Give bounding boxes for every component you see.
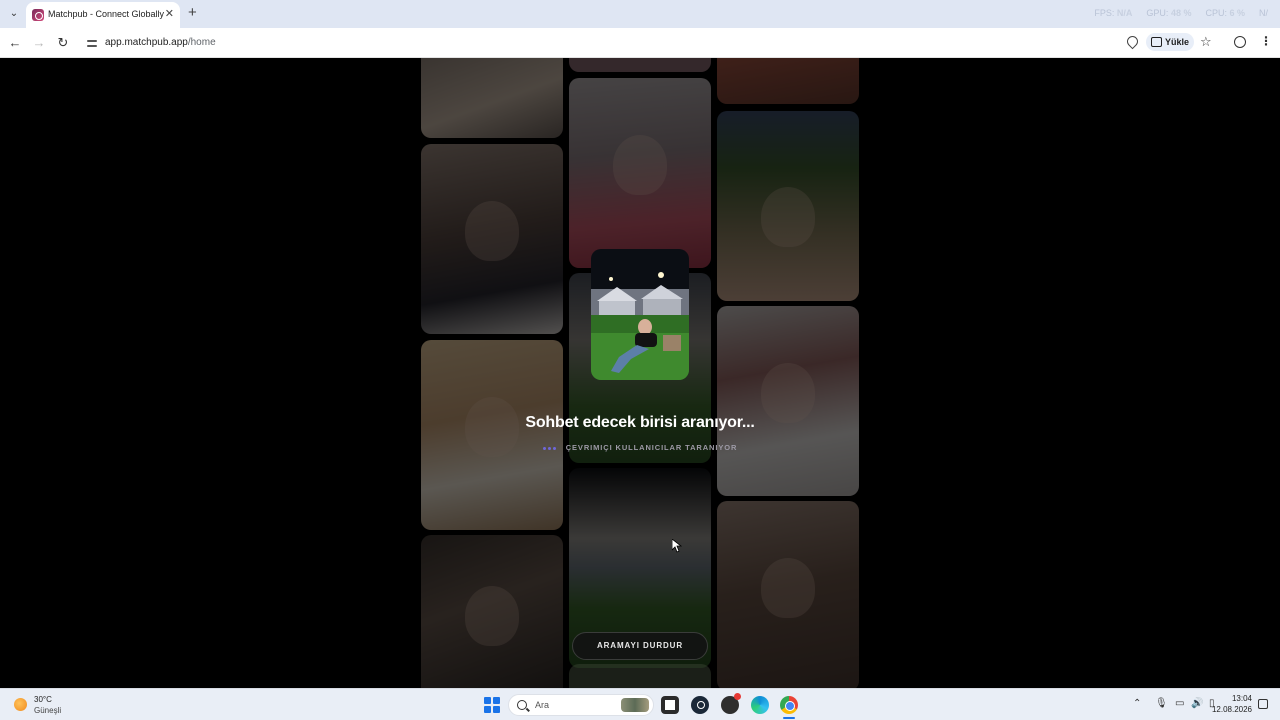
matchpub-search-page: Sohbet edecek birisi aranıyor... ÇEVRIMI… [0, 58, 1280, 688]
network-icon[interactable]: ▭ [1175, 698, 1184, 709]
reload-icon[interactable]: ↻ [54, 34, 72, 52]
profile-card [421, 535, 563, 688]
search-highlight-image [621, 698, 649, 712]
taskbar-search-box[interactable]: Ara [508, 694, 654, 716]
install-app-button[interactable]: Yükle [1146, 33, 1194, 51]
tab-matchpub[interactable]: Matchpub - Connect Globally ✕ [26, 2, 180, 28]
app-with-badge-icon[interactable] [721, 693, 741, 714]
file-explorer-icon[interactable] [661, 696, 679, 714]
new-tab-button[interactable]: + [188, 5, 197, 21]
steam-icon[interactable] [691, 696, 709, 714]
back-arrow-icon[interactable]: ← [6, 34, 24, 52]
more-menu-icon[interactable]: ⋮ [1260, 34, 1272, 48]
profile-card [717, 501, 859, 688]
profile-card [717, 58, 859, 104]
location-pin-icon[interactable] [1126, 36, 1138, 50]
clock-time[interactable]: 13:04 [1222, 694, 1252, 703]
close-tab-icon[interactable]: ✕ [165, 7, 174, 20]
profile-card [421, 144, 563, 334]
microphone-icon[interactable]: 🎙 [1155, 698, 1168, 709]
scanning-status: ÇEVRIMIÇI KULLANICILAR TARANIYOR [440, 443, 840, 452]
search-icon [517, 700, 527, 710]
chrome-browser-icon[interactable] [780, 696, 798, 714]
profile-card [717, 306, 859, 496]
volume-icon[interactable]: 🔊 [1191, 698, 1203, 709]
profile-card [421, 58, 563, 138]
clock-date[interactable]: 12.08.2026 [1208, 705, 1252, 714]
taskbar-search-placeholder: Ara [535, 700, 550, 710]
stop-search-button[interactable]: ARAMAYI DURDUR [572, 632, 708, 660]
profile-card [569, 58, 711, 72]
loading-dots-icon [542, 443, 558, 452]
tab-strip: ⌄ Matchpub - Connect Globally ✕ + FPS: N… [0, 0, 1280, 28]
gpu-readout: GPU: 48 % [1146, 8, 1192, 18]
fps-readout: FPS: N/A [1094, 8, 1133, 18]
performance-overlay: FPS: N/A GPU: 48 % CPU: 6 % N/ [1094, 8, 1268, 18]
cpu-readout: CPU: 6 % [1205, 8, 1245, 18]
matchpub-favicon-icon [32, 9, 44, 21]
profile-photo-illustration [591, 249, 689, 380]
windows-taskbar: 30°C Güneşli Ara ⌃ 🎙 ▭ 🔊 ▯ 13:04 12.08.2… [0, 688, 1280, 720]
profile-card [717, 111, 859, 301]
tab-title: Matchpub - Connect Globally [48, 9, 165, 19]
site-info-icon[interactable] [86, 37, 98, 49]
forward-arrow-icon[interactable]: → [30, 34, 48, 52]
show-hidden-icons-chevron-icon[interactable]: ⌃ [1133, 698, 1141, 709]
windows-start-icon[interactable] [484, 697, 500, 713]
profile-card [569, 78, 711, 268]
url-field[interactable]: app.matchpub.app/home [80, 32, 1230, 54]
weather-description[interactable]: Güneşli [34, 706, 61, 715]
active-app-indicator [783, 717, 795, 719]
profile-card [421, 340, 563, 530]
overlay-extra: N/ [1259, 8, 1268, 18]
profile-icon[interactable] [1234, 36, 1246, 48]
tab-search-chevron-icon[interactable]: ⌄ [6, 6, 22, 22]
sun-weather-icon[interactable] [14, 698, 27, 711]
weather-temperature[interactable]: 30°C [34, 695, 52, 704]
url-text[interactable]: app.matchpub.app/home [105, 37, 216, 48]
matched-profile-photo [591, 249, 689, 380]
notification-icon[interactable] [1258, 699, 1268, 709]
address-bar-row: ← → ↻ app.matchpub.app/home [0, 28, 1280, 58]
scanning-status-text: ÇEVRIMIÇI KULLANICILAR TARANIYOR [565, 443, 738, 452]
install-icon [1151, 37, 1162, 47]
bookmark-star-icon[interactable]: ☆ [1200, 34, 1212, 50]
edge-browser-icon[interactable] [751, 696, 769, 714]
searching-title: Sohbet edecek birisi aranıyor... [525, 414, 755, 431]
profile-card [569, 664, 711, 688]
